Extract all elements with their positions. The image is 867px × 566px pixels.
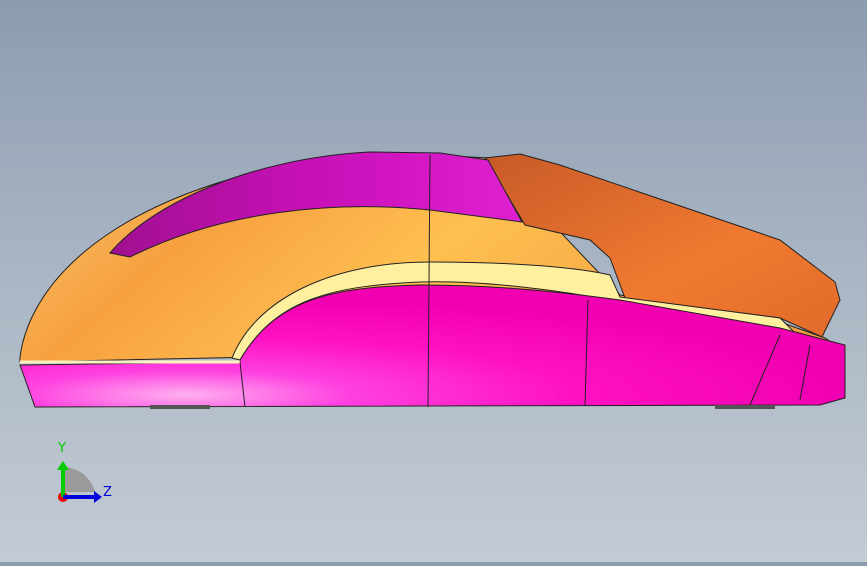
foot-pad xyxy=(150,405,210,409)
orientation-triad[interactable] xyxy=(57,461,102,503)
triad-plane-icon xyxy=(63,467,95,492)
3d-viewport[interactable]: Y Z xyxy=(0,0,867,562)
y-axis-label: Y xyxy=(58,441,66,456)
mouse-model[interactable] xyxy=(0,0,867,562)
z-axis-label: Z xyxy=(103,485,112,500)
foot-pad xyxy=(715,405,775,409)
